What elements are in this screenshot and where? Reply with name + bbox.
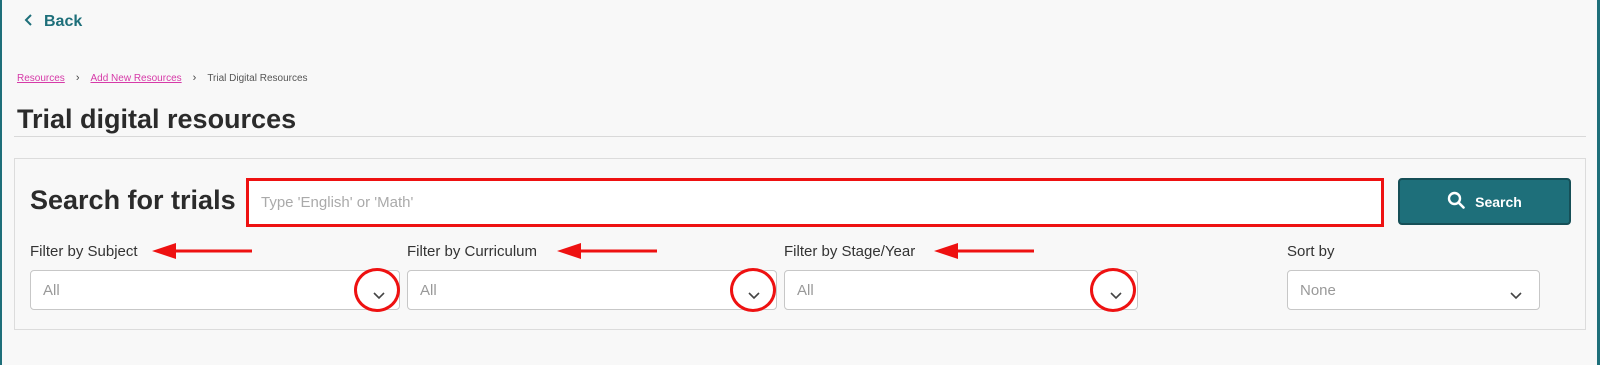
- breadcrumb-item-add-new-resources[interactable]: Add New Resources: [90, 73, 181, 84]
- back-link[interactable]: Back: [24, 13, 82, 31]
- filter-curriculum-value: All: [420, 282, 437, 299]
- breadcrumb-separator: ›: [75, 72, 80, 84]
- annotation-circle: [354, 268, 400, 312]
- search-icon: [1447, 191, 1465, 212]
- filter-stage-year-value: All: [797, 282, 814, 299]
- sort-by-select[interactable]: None: [1287, 270, 1540, 310]
- page-title: Trial digital resources: [17, 104, 297, 134]
- left-edge-rule: [0, 0, 2, 365]
- back-label: Back: [44, 13, 83, 30]
- title-divider: [14, 136, 1586, 137]
- sort-by-value: None: [1300, 282, 1336, 299]
- annotation-arrow: [557, 241, 659, 261]
- chevron-left-icon: [24, 13, 34, 31]
- filter-curriculum-label: Filter by Curriculum: [407, 243, 538, 260]
- search-heading: Search for trials: [30, 185, 236, 215]
- sort-by-label: Sort by: [1287, 243, 1335, 260]
- search-button-label: Search: [1475, 193, 1522, 210]
- breadcrumb-item-current: Trial Digital Resources: [207, 72, 308, 84]
- search-button[interactable]: Search: [1398, 178, 1571, 225]
- filter-curriculum-select[interactable]: All: [407, 270, 777, 310]
- search-input[interactable]: [246, 178, 1384, 227]
- breadcrumb: Resources › Add New Resources › Trial Di…: [17, 72, 308, 84]
- annotation-arrow: [934, 241, 1036, 261]
- chevron-down-icon: [1510, 287, 1522, 300]
- filter-stage-year-select[interactable]: All: [784, 270, 1138, 310]
- annotation-arrow: [152, 241, 254, 261]
- breadcrumb-separator: ›: [192, 72, 197, 84]
- annotation-circle: [1090, 268, 1136, 312]
- annotation-circle: [730, 268, 776, 312]
- filter-subject-value: All: [43, 282, 60, 299]
- filter-stage-year-label: Filter by Stage/Year: [784, 243, 916, 260]
- filter-subject-select[interactable]: All: [30, 270, 400, 310]
- filter-subject-label: Filter by Subject: [30, 243, 138, 260]
- breadcrumb-item-resources[interactable]: Resources: [17, 73, 65, 84]
